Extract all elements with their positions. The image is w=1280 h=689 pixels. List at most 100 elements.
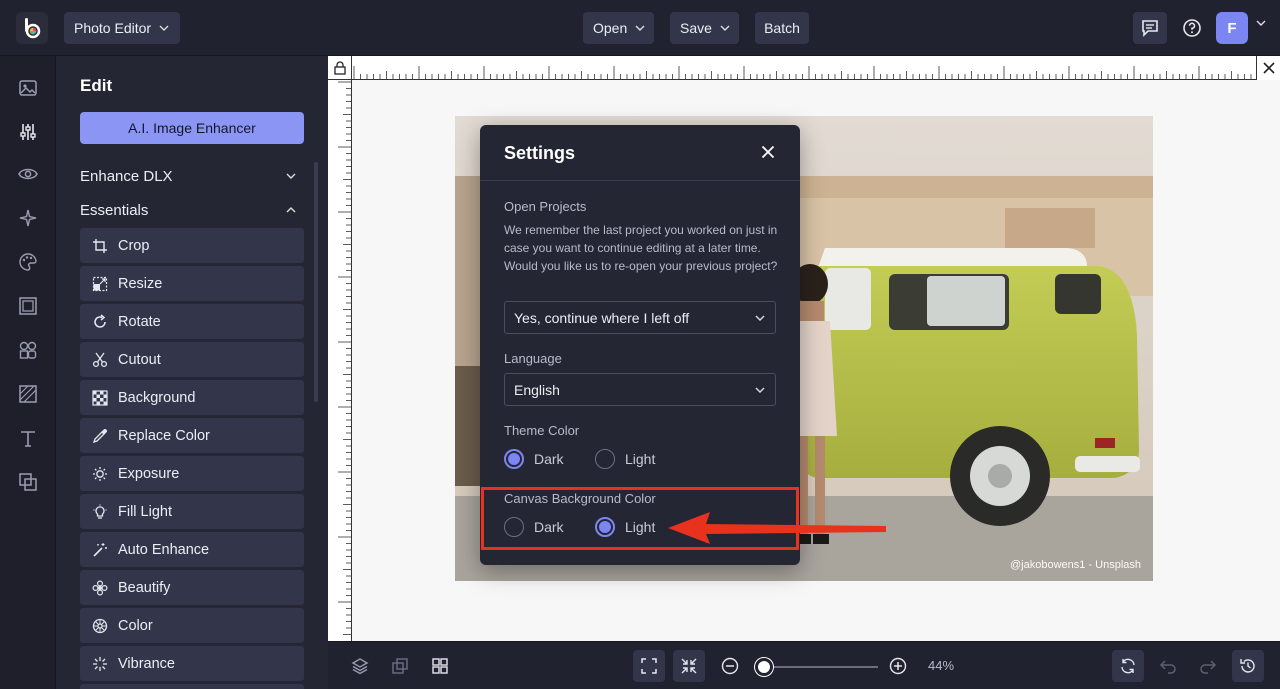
theme-light-radio[interactable]: Light (595, 449, 655, 469)
tool-label: Beautify (118, 579, 171, 596)
tool-label: Color (118, 617, 153, 634)
tool-crop[interactable]: Crop (80, 228, 304, 263)
save-label: Save (680, 20, 712, 36)
section-enhance-dlx[interactable]: Enhance DLX (80, 164, 296, 188)
tool-fill-light[interactable]: Fill Light (80, 494, 304, 529)
zoom-in-icon[interactable] (882, 650, 914, 682)
feedback-icon[interactable] (1133, 12, 1167, 44)
chevron-down-icon (720, 25, 730, 31)
open-label: Open (593, 20, 628, 36)
canvas-area[interactable]: @jakobowens1 - Unsplash (328, 56, 1280, 641)
sync-icon[interactable] (1112, 650, 1144, 682)
language-select[interactable]: English (504, 373, 776, 406)
tool-replace-color[interactable]: Replace Color (80, 418, 304, 453)
burst-icon (92, 656, 108, 672)
horizontal-ruler (328, 56, 1280, 80)
tool-label: Auto Enhance (118, 541, 210, 558)
text-icon[interactable] (16, 426, 40, 450)
dialog-title: Settings (504, 143, 576, 163)
frame-icon[interactable] (16, 294, 40, 318)
zoom-level: 44% (928, 658, 955, 673)
vertical-ruler (328, 80, 352, 641)
chevron-down-icon (635, 25, 645, 31)
lock-icon[interactable] (328, 56, 352, 80)
save-button[interactable]: Save (670, 12, 739, 44)
redo-icon[interactable] (1192, 650, 1224, 682)
tool-resize[interactable]: Resize (80, 266, 304, 301)
fit-screen-icon[interactable] (633, 650, 665, 682)
open-projects-select[interactable]: Yes, continue where I left off (504, 301, 776, 334)
tool-vibrance[interactable]: Vibrance (80, 646, 304, 681)
scissors-icon (92, 352, 108, 368)
grid-icon[interactable] (424, 650, 456, 682)
eyedropper-icon (92, 428, 108, 444)
tool-auto-enhance[interactable]: Auto Enhance (80, 532, 304, 567)
chevron-down-icon[interactable] (1256, 20, 1266, 26)
befunky-logo-icon[interactable] (16, 12, 48, 44)
select-value: English (514, 381, 560, 398)
product-menu-button[interactable]: Photo Editor (64, 12, 180, 44)
crop-icon (92, 238, 108, 254)
rotate-icon (92, 313, 108, 330)
ai-image-enhancer-button[interactable]: A.I. Image Enhancer (80, 112, 304, 144)
bulb-icon (92, 504, 108, 520)
eye-icon[interactable] (16, 162, 40, 186)
tool-label: Vibrance (118, 655, 175, 672)
image-icon[interactable] (16, 76, 40, 100)
zoom-slider-handle[interactable] (755, 658, 773, 676)
chevron-down-icon (286, 173, 296, 179)
close-icon[interactable] (758, 142, 778, 162)
dialog-divider (480, 180, 800, 181)
close-rulers-icon[interactable] (1256, 56, 1280, 80)
tool-cutout[interactable]: Cutout (80, 342, 304, 377)
batch-button[interactable]: Batch (755, 12, 809, 44)
tool-label: Fill Light (118, 503, 172, 520)
open-button[interactable]: Open (583, 12, 654, 44)
tool-label: Exposure (118, 465, 180, 482)
layers-icon[interactable] (344, 650, 376, 682)
radio-selected-indicator (504, 449, 524, 469)
edit-panel: Edit A.I. Image Enhancer Enhance DLX Ess… (56, 56, 328, 689)
duplicate-icon[interactable] (384, 650, 416, 682)
history-icon[interactable] (1232, 650, 1264, 682)
open-projects-description: We remember the last project you worked … (504, 223, 778, 273)
tool-exposure[interactable]: Exposure (80, 456, 304, 491)
section-essentials[interactable]: Essentials (80, 198, 296, 222)
tool-beautify[interactable]: Beautify (80, 570, 304, 605)
bottom-toolbar: 44% (328, 641, 1280, 689)
zoom-slider-track[interactable] (764, 666, 878, 668)
flower-icon (92, 579, 108, 596)
sun-icon (92, 466, 108, 482)
panel-scrollbar[interactable] (314, 162, 318, 402)
checkerboard-icon (92, 389, 108, 406)
tool-more[interactable] (80, 684, 304, 689)
tool-label: Resize (118, 275, 163, 292)
chevron-down-icon (159, 25, 169, 31)
shapes-icon[interactable] (16, 338, 40, 362)
chevron-up-icon (286, 207, 296, 213)
tool-rotate[interactable]: Rotate (80, 304, 304, 339)
batch-label: Batch (764, 20, 800, 36)
palette-icon[interactable] (16, 250, 40, 274)
overlay-icon[interactable] (16, 470, 40, 494)
texture-icon[interactable] (16, 382, 40, 406)
annotation-arrow-icon (664, 508, 890, 548)
tool-category-rail (0, 56, 56, 689)
photo-credit: @jakobowens1 - Unsplash (1009, 559, 1141, 571)
sparkle-icon[interactable] (16, 206, 40, 230)
help-icon[interactable] (1175, 12, 1209, 44)
undo-icon[interactable] (1152, 650, 1184, 682)
tool-background[interactable]: Background (80, 380, 304, 415)
avatar[interactable]: F (1216, 12, 1248, 44)
select-value: Yes, continue where I left off (514, 309, 690, 326)
chevron-down-icon (755, 387, 765, 393)
theme-color-label: Theme Color (504, 423, 580, 438)
theme-dark-radio[interactable]: Dark (504, 449, 564, 469)
tool-label: Crop (118, 237, 150, 254)
open-projects-label: Open Projects (504, 199, 587, 214)
zoom-out-icon[interactable] (714, 650, 746, 682)
tool-label: Replace Color (118, 427, 210, 444)
sliders-icon[interactable] (16, 120, 40, 144)
actual-size-icon[interactable] (673, 650, 705, 682)
tool-color[interactable]: Color (80, 608, 304, 643)
